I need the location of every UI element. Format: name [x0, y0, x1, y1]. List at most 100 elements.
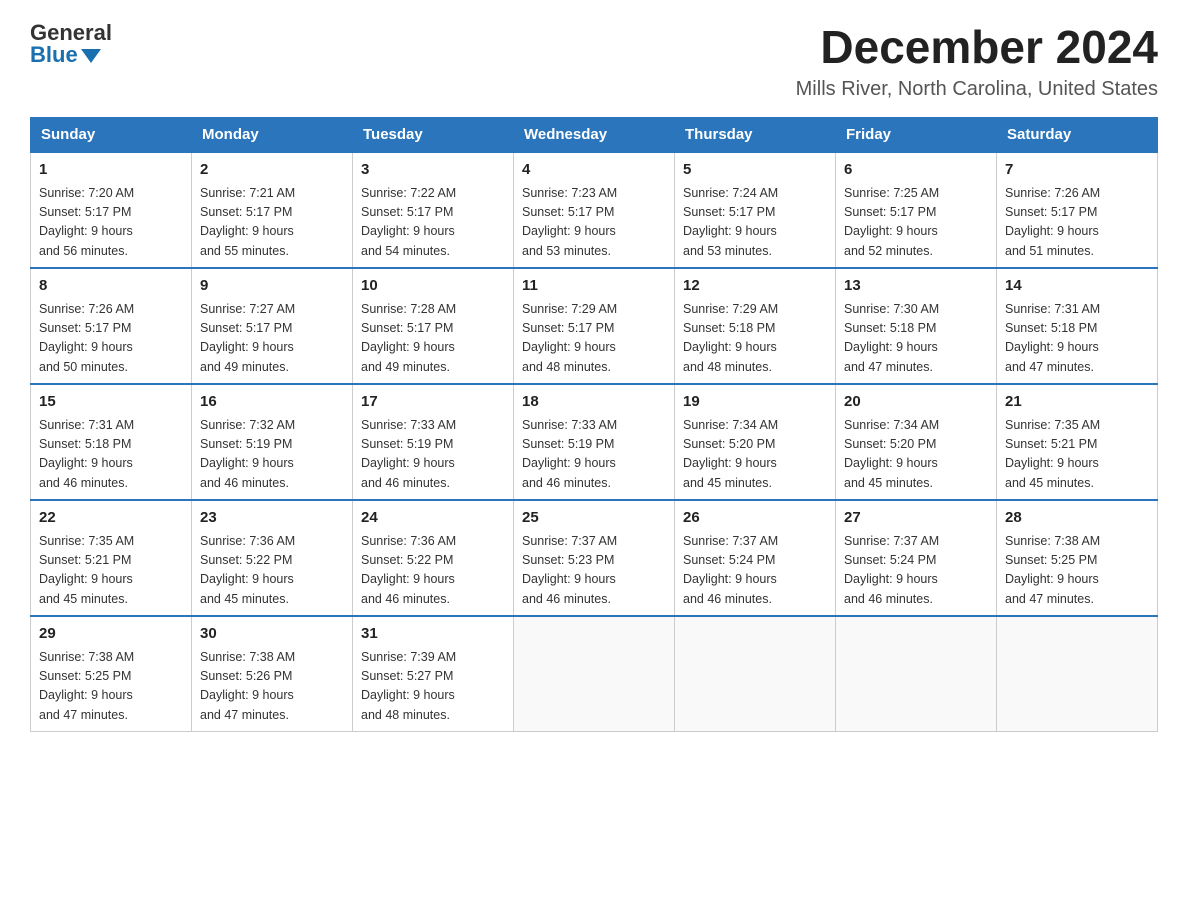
- calendar-day-header: Wednesday: [514, 118, 675, 153]
- day-number: 9: [200, 275, 344, 298]
- calendar-day-cell: 12 Sunrise: 7:29 AMSunset: 5:18 PMDayligh…: [675, 268, 836, 384]
- calendar-day-cell: 15 Sunrise: 7:31 AMSunset: 5:18 PMDayligh…: [31, 384, 192, 500]
- calendar-table: SundayMondayTuesdayWednesdayThursdayFrid…: [30, 117, 1158, 732]
- day-number: 12: [683, 275, 827, 298]
- calendar-week-row: 8 Sunrise: 7:26 AMSunset: 5:17 PMDaylight…: [31, 268, 1158, 384]
- day-info: Sunrise: 7:21 AMSunset: 5:17 PMDaylight:…: [200, 186, 295, 258]
- day-number: 24: [361, 507, 505, 530]
- page-title: December 2024: [796, 20, 1158, 74]
- day-info: Sunrise: 7:33 AMSunset: 5:19 PMDaylight:…: [522, 418, 617, 490]
- day-info: Sunrise: 7:29 AMSunset: 5:18 PMDaylight:…: [683, 302, 778, 374]
- day-info: Sunrise: 7:35 AMSunset: 5:21 PMDaylight:…: [39, 534, 134, 606]
- day-number: 20: [844, 391, 988, 414]
- calendar-week-row: 22 Sunrise: 7:35 AMSunset: 5:21 PMDayligh…: [31, 500, 1158, 616]
- calendar-day-header: Saturday: [997, 118, 1158, 153]
- day-info: Sunrise: 7:37 AMSunset: 5:24 PMDaylight:…: [844, 534, 939, 606]
- day-info: Sunrise: 7:29 AMSunset: 5:17 PMDaylight:…: [522, 302, 617, 374]
- day-number: 23: [200, 507, 344, 530]
- day-info: Sunrise: 7:37 AMSunset: 5:24 PMDaylight:…: [683, 534, 778, 606]
- calendar-week-row: 29 Sunrise: 7:38 AMSunset: 5:25 PMDayligh…: [31, 616, 1158, 732]
- calendar-day-cell: 6 Sunrise: 7:25 AMSunset: 5:17 PMDaylight…: [836, 152, 997, 268]
- calendar-day-cell: [997, 616, 1158, 732]
- day-info: Sunrise: 7:28 AMSunset: 5:17 PMDaylight:…: [361, 302, 456, 374]
- calendar-body: 1 Sunrise: 7:20 AMSunset: 5:17 PMDaylight…: [31, 152, 1158, 732]
- calendar-day-cell: 22 Sunrise: 7:35 AMSunset: 5:21 PMDayligh…: [31, 500, 192, 616]
- day-number: 30: [200, 623, 344, 646]
- calendar-day-cell: 9 Sunrise: 7:27 AMSunset: 5:17 PMDaylight…: [192, 268, 353, 384]
- calendar-day-cell: 26 Sunrise: 7:37 AMSunset: 5:24 PMDayligh…: [675, 500, 836, 616]
- logo-triangle-icon: [81, 49, 101, 63]
- day-info: Sunrise: 7:37 AMSunset: 5:23 PMDaylight:…: [522, 534, 617, 606]
- day-info: Sunrise: 7:25 AMSunset: 5:17 PMDaylight:…: [844, 186, 939, 258]
- calendar-week-row: 1 Sunrise: 7:20 AMSunset: 5:17 PMDaylight…: [31, 152, 1158, 268]
- calendar-day-cell: 23Sunrise: 7:36 AMSunset: 5:22 PMDayligh…: [192, 500, 353, 616]
- calendar-header: SundayMondayTuesdayWednesdayThursdayFrid…: [31, 118, 1158, 153]
- calendar-day-cell: 24 Sunrise: 7:36 AMSunset: 5:22 PMDayligh…: [353, 500, 514, 616]
- day-info: Sunrise: 7:39 AMSunset: 5:27 PMDaylight:…: [361, 650, 456, 722]
- day-number: 27: [844, 507, 988, 530]
- calendar-day-cell: 4 Sunrise: 7:23 AMSunset: 5:17 PMDaylight…: [514, 152, 675, 268]
- day-number: 29: [39, 623, 183, 646]
- day-number: 19: [683, 391, 827, 414]
- day-info: Sunrise: 7:27 AMSunset: 5:17 PMDaylight:…: [200, 302, 295, 374]
- calendar-day-cell: 27 Sunrise: 7:37 AMSunset: 5:24 PMDayligh…: [836, 500, 997, 616]
- calendar-day-cell: 29 Sunrise: 7:38 AMSunset: 5:25 PMDayligh…: [31, 616, 192, 732]
- day-info: Sunrise: 7:30 AMSunset: 5:18 PMDaylight:…: [844, 302, 939, 374]
- day-info: Sunrise: 7:34 AMSunset: 5:20 PMDaylight:…: [683, 418, 778, 490]
- calendar-day-cell: 7Sunrise: 7:26 AMSunset: 5:17 PMDaylight…: [997, 152, 1158, 268]
- calendar-day-cell: 2 Sunrise: 7:21 AMSunset: 5:17 PMDaylight…: [192, 152, 353, 268]
- day-info: Sunrise: 7:36 AMSunset: 5:22 PMDaylight:…: [361, 534, 456, 606]
- day-number: 13: [844, 275, 988, 298]
- calendar-day-cell: 21 Sunrise: 7:35 AMSunset: 5:21 PMDayligh…: [997, 384, 1158, 500]
- day-number: 15: [39, 391, 183, 414]
- day-number: 10: [361, 275, 505, 298]
- day-number: 17: [361, 391, 505, 414]
- calendar-day-cell: 3Sunrise: 7:22 AMSunset: 5:17 PMDaylight…: [353, 152, 514, 268]
- day-number: 21: [1005, 391, 1149, 414]
- calendar-day-cell: 28 Sunrise: 7:38 AMSunset: 5:25 PMDayligh…: [997, 500, 1158, 616]
- calendar-day-cell: 17 Sunrise: 7:33 AMSunset: 5:19 PMDayligh…: [353, 384, 514, 500]
- day-info: Sunrise: 7:20 AMSunset: 5:17 PMDaylight:…: [39, 186, 134, 258]
- day-info: Sunrise: 7:38 AMSunset: 5:25 PMDaylight:…: [1005, 534, 1100, 606]
- day-number: 31: [361, 623, 505, 646]
- day-number: 8: [39, 275, 183, 298]
- day-number: 14: [1005, 275, 1149, 298]
- day-info: Sunrise: 7:33 AMSunset: 5:19 PMDaylight:…: [361, 418, 456, 490]
- calendar-day-cell: [514, 616, 675, 732]
- calendar-day-cell: [836, 616, 997, 732]
- day-info: Sunrise: 7:38 AMSunset: 5:25 PMDaylight:…: [39, 650, 134, 722]
- calendar-day-cell: 11 Sunrise: 7:29 AMSunset: 5:17 PMDayligh…: [514, 268, 675, 384]
- day-number: 4: [522, 159, 666, 182]
- day-number: 25: [522, 507, 666, 530]
- calendar-week-row: 15 Sunrise: 7:31 AMSunset: 5:18 PMDayligh…: [31, 384, 1158, 500]
- day-info: Sunrise: 7:35 AMSunset: 5:21 PMDaylight:…: [1005, 418, 1100, 490]
- calendar-day-cell: 8 Sunrise: 7:26 AMSunset: 5:17 PMDaylight…: [31, 268, 192, 384]
- day-number: 28: [1005, 507, 1149, 530]
- calendar-day-cell: 13 Sunrise: 7:30 AMSunset: 5:18 PMDayligh…: [836, 268, 997, 384]
- day-info: Sunrise: 7:22 AMSunset: 5:17 PMDaylight:…: [361, 186, 456, 258]
- title-area: December 2024 Mills River, North Carolin…: [796, 20, 1158, 101]
- day-number: 6: [844, 159, 988, 182]
- day-info: Sunrise: 7:24 AMSunset: 5:17 PMDaylight:…: [683, 186, 778, 258]
- calendar-day-cell: 31 Sunrise: 7:39 AMSunset: 5:27 PMDayligh…: [353, 616, 514, 732]
- page-subtitle: Mills River, North Carolina, United Stat…: [796, 78, 1158, 101]
- day-info: Sunrise: 7:23 AMSunset: 5:17 PMDaylight:…: [522, 186, 617, 258]
- day-number: 26: [683, 507, 827, 530]
- calendar-day-cell: 16Sunrise: 7:32 AMSunset: 5:19 PMDayligh…: [192, 384, 353, 500]
- calendar-day-header: Monday: [192, 118, 353, 153]
- day-info: Sunrise: 7:31 AMSunset: 5:18 PMDaylight:…: [1005, 302, 1100, 374]
- calendar-day-cell: 19 Sunrise: 7:34 AMSunset: 5:20 PMDayligh…: [675, 384, 836, 500]
- day-number: 7: [1005, 159, 1149, 182]
- calendar-day-cell: 20Sunrise: 7:34 AMSunset: 5:20 PMDayligh…: [836, 384, 997, 500]
- calendar-day-cell: 30Sunrise: 7:38 AMSunset: 5:26 PMDayligh…: [192, 616, 353, 732]
- calendar-day-cell: [675, 616, 836, 732]
- day-info: Sunrise: 7:31 AMSunset: 5:18 PMDaylight:…: [39, 418, 134, 490]
- calendar-day-header: Sunday: [31, 118, 192, 153]
- day-info: Sunrise: 7:26 AMSunset: 5:17 PMDaylight:…: [39, 302, 134, 374]
- day-number: 1: [39, 159, 183, 182]
- day-number: 22: [39, 507, 183, 530]
- day-number: 5: [683, 159, 827, 182]
- day-number: 11: [522, 275, 666, 298]
- day-number: 2: [200, 159, 344, 182]
- calendar-day-header: Thursday: [675, 118, 836, 153]
